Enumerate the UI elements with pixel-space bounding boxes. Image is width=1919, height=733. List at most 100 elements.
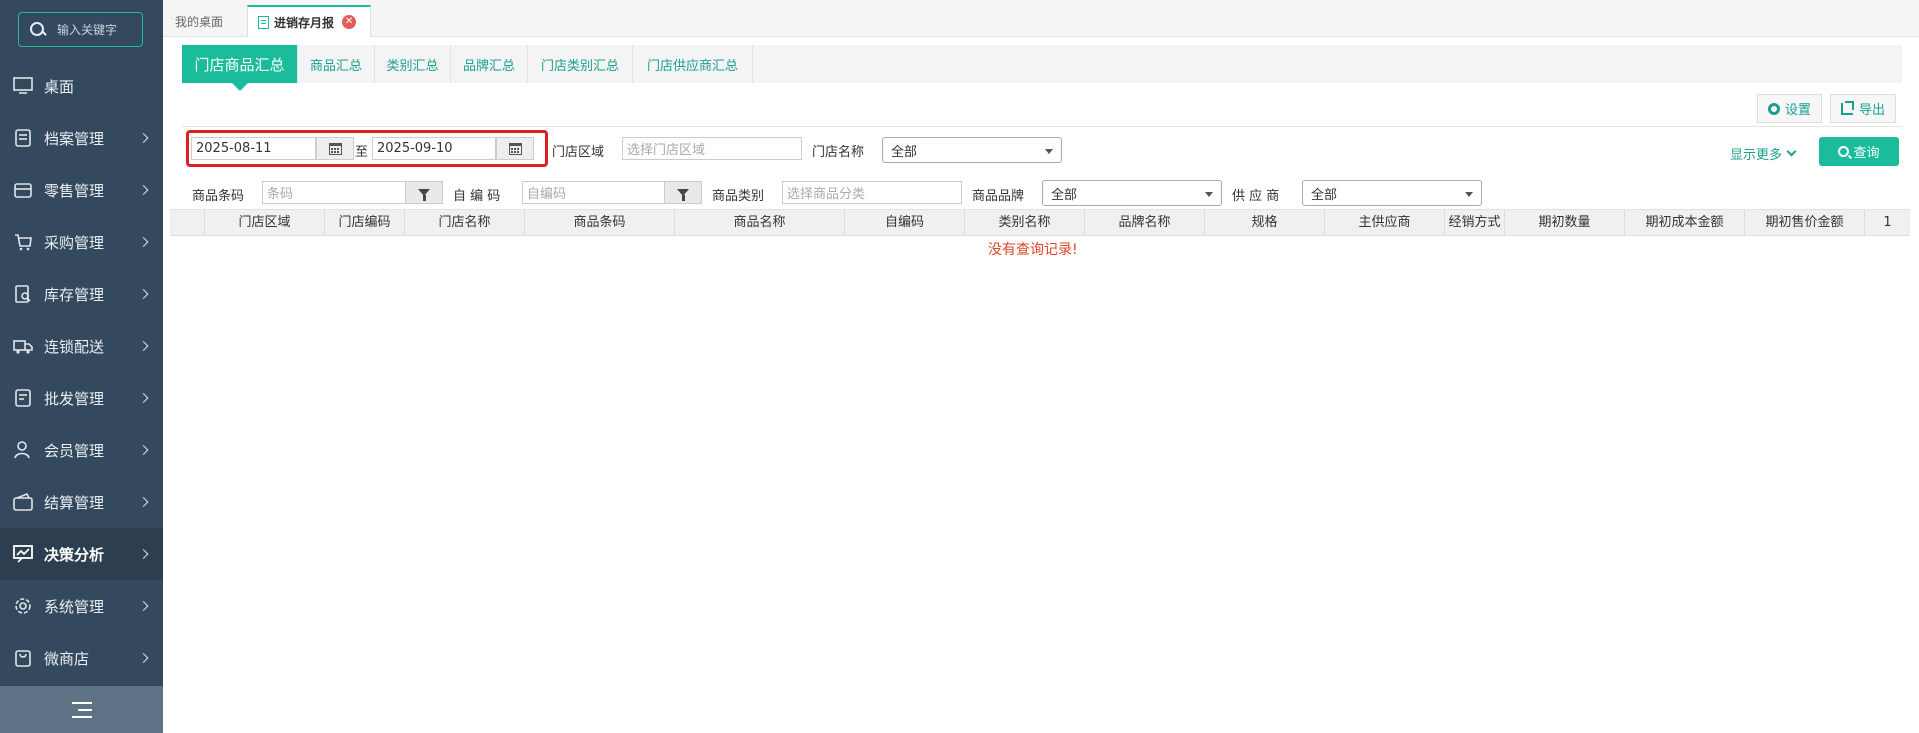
sidebar-item-inventory[interactable]: 库存管理: [0, 268, 163, 320]
store-name-select[interactable]: 全部: [882, 137, 1062, 163]
gear-icon: [1768, 102, 1780, 115]
subtab-store-supplier[interactable]: 门店供应商汇总: [633, 45, 753, 83]
sidebar-item-desktop[interactable]: 桌面: [0, 60, 163, 112]
subtab-goods[interactable]: 商品汇总: [298, 45, 375, 83]
filter-icon: [677, 189, 689, 201]
column-header[interactable]: 期初售价金额: [1745, 210, 1865, 236]
truck-icon: [12, 336, 34, 356]
column-header[interactable]: 门店区域: [205, 210, 325, 236]
barcode-filter-button[interactable]: [405, 181, 443, 204]
sidebar-item-label: 微商店: [44, 649, 90, 668]
subtab-category[interactable]: 类别汇总: [375, 45, 451, 83]
query-label: 查询: [1853, 146, 1880, 161]
column-header[interactable]: 期初数量: [1505, 210, 1625, 236]
store-area-label: 门店区域: [552, 145, 605, 160]
column-header[interactable]: 品牌名称: [1085, 210, 1205, 236]
tab-monthly-report[interactable]: 进销存月报 ✕: [247, 5, 372, 37]
table-header: 门店区域 门店编码 门店名称 商品条码 商品名称 自编码 类别名称 品牌名称 规…: [170, 209, 1910, 236]
barcode-label: 商品条码: [192, 189, 245, 204]
sidebar-item-label: 档案管理: [44, 129, 105, 148]
date-to-input[interactable]: 2025-09-10: [372, 137, 496, 160]
code-input[interactable]: 自编码: [522, 181, 666, 204]
column-header[interactable]: 门店名称: [405, 210, 525, 236]
sidebar-item-system[interactable]: 系统管理: [0, 580, 163, 632]
sidebar-item-label: 零售管理: [44, 181, 105, 200]
sidebar-item-analysis[interactable]: 决策分析: [0, 528, 163, 580]
column-header[interactable]: 自编码: [845, 210, 965, 236]
settings-button[interactable]: 设置: [1757, 94, 1823, 123]
chevron-right-icon: [138, 549, 149, 559]
sidebar-item-wholesale[interactable]: 批发管理: [0, 372, 163, 424]
store-area-input[interactable]: 选择门店区域: [622, 137, 802, 160]
sidebar-item-label: 库存管理: [44, 285, 105, 304]
export-button[interactable]: 导出: [1830, 94, 1897, 123]
gear-icon: [12, 596, 34, 616]
date-range-separator: 至: [355, 145, 369, 160]
settings-label: 设置: [1785, 103, 1812, 118]
wallet-icon: [12, 492, 34, 512]
column-header[interactable]: 经销方式: [1445, 210, 1505, 236]
column-header[interactable]: 商品名称: [675, 210, 845, 236]
date-to-picker-button[interactable]: [496, 137, 534, 160]
chevron-right-icon: [138, 185, 149, 195]
subtab-store-category[interactable]: 门店类别汇总: [528, 45, 633, 83]
column-header[interactable]: 1: [1865, 210, 1910, 236]
sidebar-collapse-button[interactable]: [0, 686, 163, 733]
category-input[interactable]: 选择商品分类: [782, 181, 962, 204]
column-header[interactable]: 规格: [1205, 210, 1325, 236]
sidebar-item-retail[interactable]: 零售管理: [0, 164, 163, 216]
subtab-store-goods[interactable]: 门店商品汇总: [182, 45, 298, 91]
export-label: 导出: [1859, 103, 1886, 118]
filter-icon: [418, 189, 430, 201]
store-name-value: 全部: [891, 144, 918, 160]
search-icon: [1838, 146, 1850, 157]
chevron-right-icon: [138, 601, 149, 611]
sidebar-item-label: 结算管理: [44, 493, 105, 512]
calendar-icon: [508, 142, 522, 155]
sidebar-item-member[interactable]: 会员管理: [0, 424, 163, 476]
supplier-value: 全部: [1311, 187, 1338, 203]
sidebar-item-settlement[interactable]: 结算管理: [0, 476, 163, 528]
table-header-spacer: [170, 210, 205, 236]
date-from-input[interactable]: 2025-08-11: [191, 137, 316, 160]
barcode-input[interactable]: 条码: [262, 181, 406, 204]
show-more-toggle[interactable]: 显示更多: [1730, 144, 1797, 163]
sidebar-item-label: 批发管理: [44, 389, 105, 408]
bag-icon: [12, 648, 34, 668]
sidebar-search-input[interactable]: 输入关键字: [18, 12, 143, 47]
chevron-right-icon: [138, 497, 149, 507]
category-label: 商品类别: [712, 189, 765, 204]
brand-select[interactable]: 全部: [1042, 180, 1222, 206]
column-header[interactable]: 主供应商: [1325, 210, 1445, 236]
column-header[interactable]: 期初成本金额: [1625, 210, 1745, 236]
sidebar-item-microstore[interactable]: 微商店: [0, 632, 163, 684]
code-filter-button[interactable]: [664, 181, 702, 204]
column-header[interactable]: 商品条码: [525, 210, 675, 236]
chevron-right-icon: [138, 445, 149, 455]
cart-icon: [12, 232, 34, 252]
date-from-picker-button[interactable]: [316, 137, 354, 160]
chevron-right-icon: [138, 341, 149, 351]
caret-down-icon: [1045, 149, 1053, 154]
subtab-brand[interactable]: 品牌汇总: [451, 45, 528, 83]
chevron-right-icon: [138, 133, 149, 143]
sidebar-item-label: 桌面: [44, 77, 75, 96]
column-header[interactable]: 门店编码: [325, 210, 405, 236]
chevron-right-icon: [138, 653, 149, 663]
close-icon[interactable]: ✕: [342, 15, 357, 29]
sidebar-item-label: 会员管理: [44, 441, 105, 460]
monitor-icon: [12, 76, 34, 96]
column-header[interactable]: 类别名称: [965, 210, 1085, 236]
report-subtabs: 门店商品汇总 商品汇总 类别汇总 品牌汇总 门店类别汇总 门店供应商汇总: [182, 45, 1902, 91]
supplier-select[interactable]: 全部: [1302, 180, 1482, 206]
show-more-label: 显示更多: [1730, 148, 1783, 163]
sidebar-item-archive[interactable]: 档案管理: [0, 112, 163, 164]
tab-home[interactable]: 我的桌面: [175, 5, 223, 37]
query-button[interactable]: 查询: [1819, 137, 1899, 166]
sidebar-item-purchase[interactable]: 采购管理: [0, 216, 163, 268]
brand-value: 全部: [1051, 187, 1078, 203]
supplier-label: 供 应 商: [1232, 189, 1280, 204]
sidebar-menu: 桌面 档案管理 零售管理 采购管理 库存管理 连锁配送 批发管理 会员管理 结算…: [0, 60, 163, 684]
chart-icon: [12, 544, 34, 564]
sidebar-item-distribution[interactable]: 连锁配送: [0, 320, 163, 372]
